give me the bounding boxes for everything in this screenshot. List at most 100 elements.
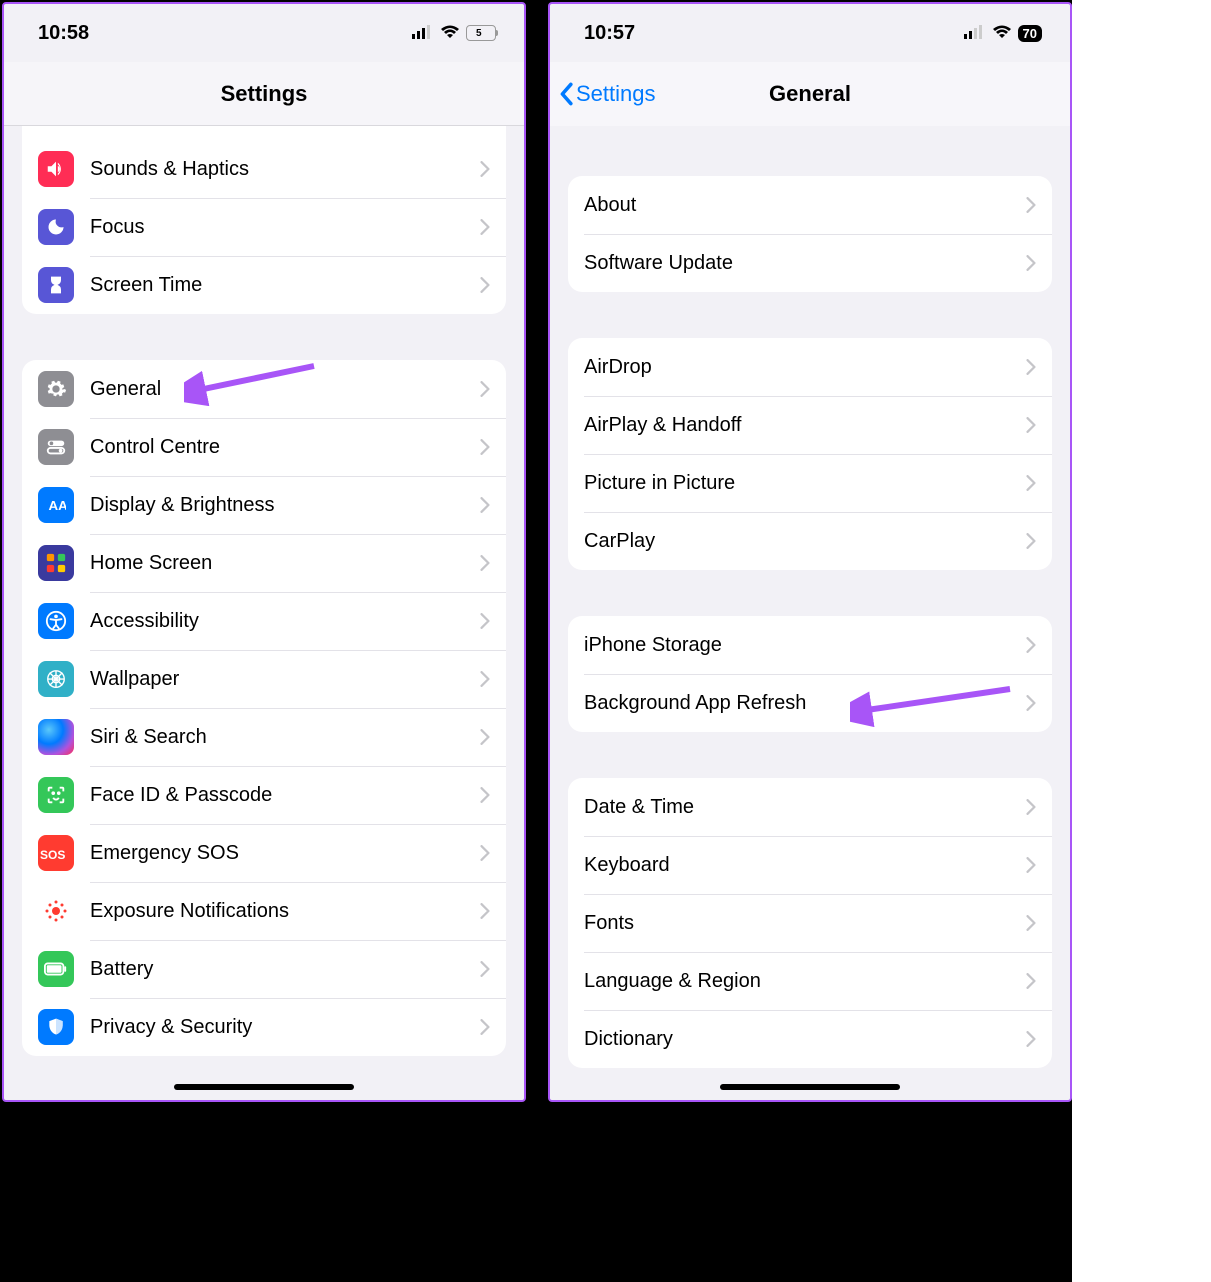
row-label: About [584,194,1026,217]
general-group-2: AirDrop AirPlay & Handoff Picture in Pictu… [568,338,1052,570]
general-row-iphone-storage[interactable]: iPhone Storage [568,616,1052,674]
settings-row-face-id[interactable]: Face ID & Passcode [22,766,506,824]
status-bar: 10:58 5 [4,4,524,62]
general-group-3: iPhone Storage Background App Refresh [568,616,1052,732]
row-label: CarPlay [584,530,1026,553]
general-row-airdrop[interactable]: AirDrop [568,338,1052,396]
general-row-background-app-refresh[interactable]: Background App Refresh [568,674,1052,732]
row-label: Focus [90,216,480,239]
general-screen: 10:57 70 Settings General About Software … [548,2,1072,1102]
row-label: Face ID & Passcode [90,784,480,807]
battery-icon: 70 [1018,25,1042,42]
status-bar: 10:57 70 [550,4,1070,62]
battery-icon [38,951,74,987]
settings-list[interactable]: Sounds & Haptics Focus Screen Time General… [4,126,524,1100]
row-label: Screen Time [90,274,480,297]
page-title: Settings [221,81,308,107]
home-indicator[interactable] [720,1084,900,1090]
settings-row-wallpaper[interactable]: Wallpaper [22,650,506,708]
settings-row-exposure-notifications[interactable]: Exposure Notifications [22,882,506,940]
settings-row-focus[interactable]: Focus [22,198,506,256]
general-row-airplay-handoff[interactable]: AirPlay & Handoff [568,396,1052,454]
row-label: AirDrop [584,356,1026,379]
settings-row-display-brightness[interactable]: AA Display & Brightness [22,476,506,534]
wallpaper-icon [38,661,74,697]
row-label: Exposure Notifications [90,900,480,923]
row-label: Fonts [584,912,1026,935]
control-centre-icon [38,429,74,465]
row-label: Keyboard [584,854,1026,877]
row-label: Control Centre [90,436,480,459]
back-label: Settings [576,81,656,107]
siri-search-icon [38,719,74,755]
status-time: 10:58 [38,22,89,45]
row-label: Siri & Search [90,726,480,749]
cellular-icon [964,22,986,45]
general-row-about[interactable]: About [568,176,1052,234]
home-screen-icon [38,545,74,581]
row-label: Picture in Picture [584,472,1026,495]
row-label: Language & Region [584,970,1026,993]
focus-icon [38,209,74,245]
face-id-icon [38,777,74,813]
battery-icon: 5 [466,25,496,41]
wifi-icon [440,22,460,45]
settings-row-sounds-haptics[interactable]: Sounds & Haptics [22,140,506,198]
settings-row-siri-search[interactable]: Siri & Search [22,708,506,766]
settings-group-2: General Control Centre AA Display & Brightn… [22,360,506,1056]
row-label: Accessibility [90,610,480,633]
general-row-fonts[interactable]: Fonts [568,894,1052,952]
emergency-sos-icon: SOS [38,835,74,871]
row-label: Dictionary [584,1028,1026,1051]
sounds-haptics-icon [38,151,74,187]
general-row-dictionary[interactable]: Dictionary [568,1010,1052,1068]
general-row-language-region[interactable]: Language & Region [568,952,1052,1010]
general-row-software-update[interactable]: Software Update [568,234,1052,292]
general-row-keyboard[interactable]: Keyboard [568,836,1052,894]
settings-screen: 10:58 5 Settings Sounds & Haptics Focus Sc… [2,2,526,1102]
status-time: 10:57 [584,22,635,45]
row-label: Software Update [584,252,1026,275]
settings-row-home-screen[interactable]: Home Screen [22,534,506,592]
cellular-icon [412,22,434,45]
row-label: Home Screen [90,552,480,575]
settings-group-1: Sounds & Haptics Focus Screen Time [22,126,506,314]
settings-row-general[interactable]: General [22,360,506,418]
row-label: AirPlay & Handoff [584,414,1026,437]
general-group-4: Date & Time Keyboard Fonts Language & Regio… [568,778,1052,1068]
row-label: Wallpaper [90,668,480,691]
screen-time-icon [38,267,74,303]
back-button[interactable]: Settings [558,81,656,107]
row-label: Display & Brightness [90,494,480,517]
row-label: Background App Refresh [584,692,1026,715]
general-icon [38,371,74,407]
accessibility-icon [38,603,74,639]
row-label: General [90,378,480,401]
row-label: Emergency SOS [90,842,480,865]
row-label: Sounds & Haptics [90,158,480,181]
nav-header: Settings [4,62,524,126]
wifi-icon [992,22,1012,45]
svg-text:SOS: SOS [40,848,65,862]
svg-text:AA: AA [49,498,67,513]
display-brightness-icon: AA [38,487,74,523]
general-row-carplay[interactable]: CarPlay [568,512,1052,570]
general-row-date-time[interactable]: Date & Time [568,778,1052,836]
general-list[interactable]: About Software Update AirDrop AirPlay & Ha… [550,126,1070,1100]
row-label: Privacy & Security [90,1016,480,1039]
settings-row-emergency-sos[interactable]: SOS Emergency SOS [22,824,506,882]
settings-row-screen-time[interactable]: Screen Time [22,256,506,314]
row-label: Date & Time [584,796,1026,819]
settings-row-control-centre[interactable]: Control Centre [22,418,506,476]
settings-row-accessibility[interactable]: Accessibility [22,592,506,650]
row-label: iPhone Storage [584,634,1026,657]
general-row-picture-in-picture[interactable]: Picture in Picture [568,454,1052,512]
row-label: Battery [90,958,480,981]
exposure-notifications-icon [38,893,74,929]
page-title: General [769,81,851,107]
settings-row-battery[interactable]: Battery [22,940,506,998]
general-group-1: About Software Update [568,176,1052,292]
settings-row-privacy-security[interactable]: Privacy & Security [22,998,506,1056]
home-indicator[interactable] [174,1084,354,1090]
privacy-security-icon [38,1009,74,1045]
